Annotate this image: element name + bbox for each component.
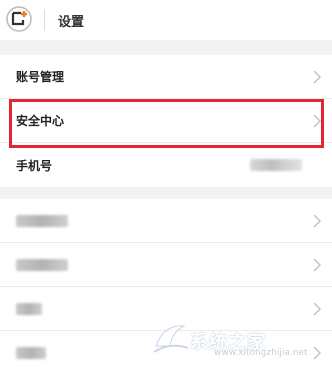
watermark: 系统之家 www.xitongzhijia.net (150, 316, 330, 362)
blurred-label (16, 347, 46, 359)
chevron-right-icon (313, 301, 322, 316)
chevron-right-icon (313, 69, 322, 84)
settings-item-label: 手机号 (16, 158, 53, 173)
blurred-label (16, 258, 68, 271)
settings-item-label: 账号管理 (16, 70, 65, 84)
phone-number-value-blurred (250, 159, 302, 171)
blurred-label (16, 302, 42, 315)
chevron-right-icon (313, 213, 322, 228)
page-title: 设置 (58, 15, 85, 30)
top-bar: 设置 (0, 0, 332, 40)
watermark-logo-icon (153, 325, 189, 353)
back-button[interactable] (4, 5, 34, 33)
header-divider (44, 9, 45, 31)
settings-item-phone-number[interactable]: 手机号 (0, 143, 332, 187)
settings-item-label: 安全中心 (16, 114, 65, 128)
settings-item-account-management[interactable]: 账号管理 (0, 55, 332, 99)
chevron-right-icon (313, 113, 322, 128)
blurred-label (16, 214, 68, 227)
settings-item-blurred[interactable] (0, 199, 332, 243)
chevron-right-icon (313, 257, 322, 272)
settings-section-account: 账号管理 安全中心 手机号 (0, 55, 332, 187)
watermark-url: www.xitongzhijia.net (214, 348, 308, 358)
back-icon (6, 6, 32, 32)
settings-item-security-center[interactable]: 安全中心 (0, 99, 332, 143)
settings-item-blurred[interactable] (0, 243, 332, 287)
